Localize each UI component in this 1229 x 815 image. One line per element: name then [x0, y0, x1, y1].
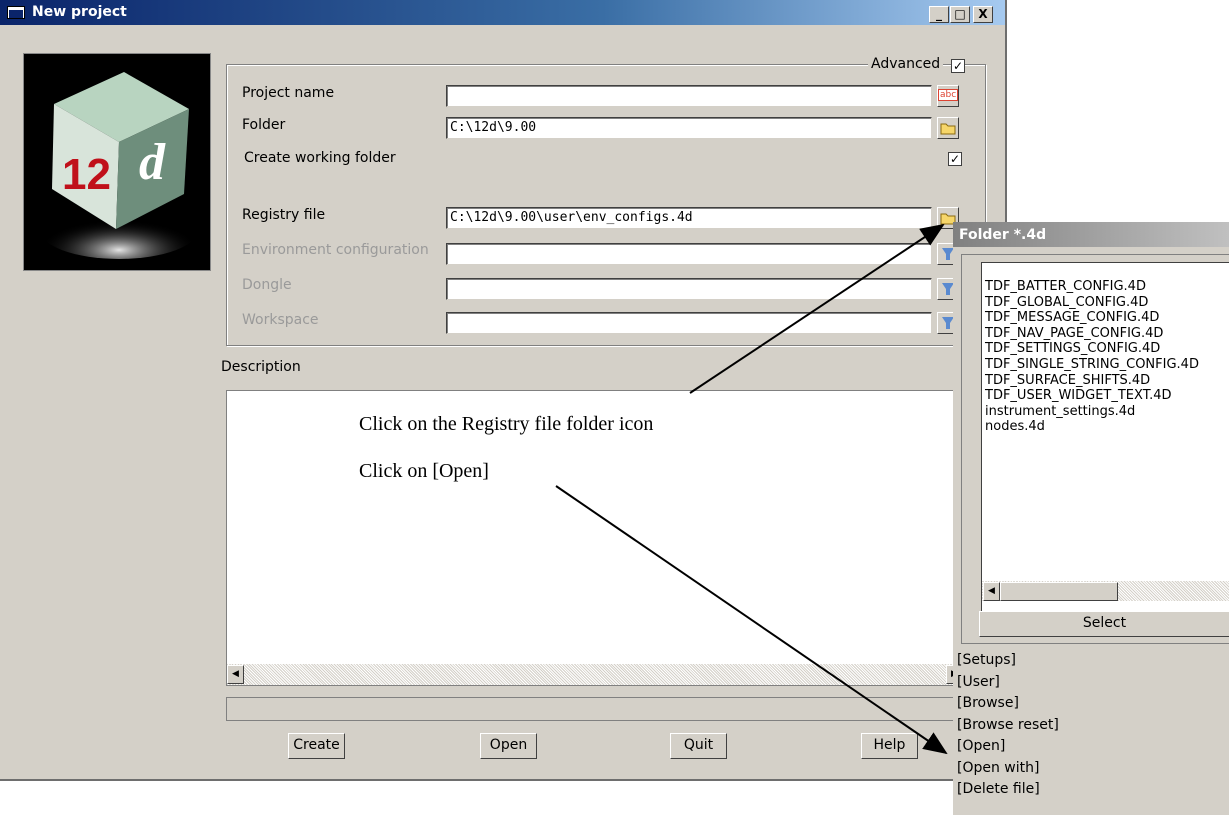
arrow-to-registry-icon: [689, 223, 945, 394]
annotation-arrows: [555, 223, 948, 755]
arrow-to-open-menu: [555, 485, 948, 755]
